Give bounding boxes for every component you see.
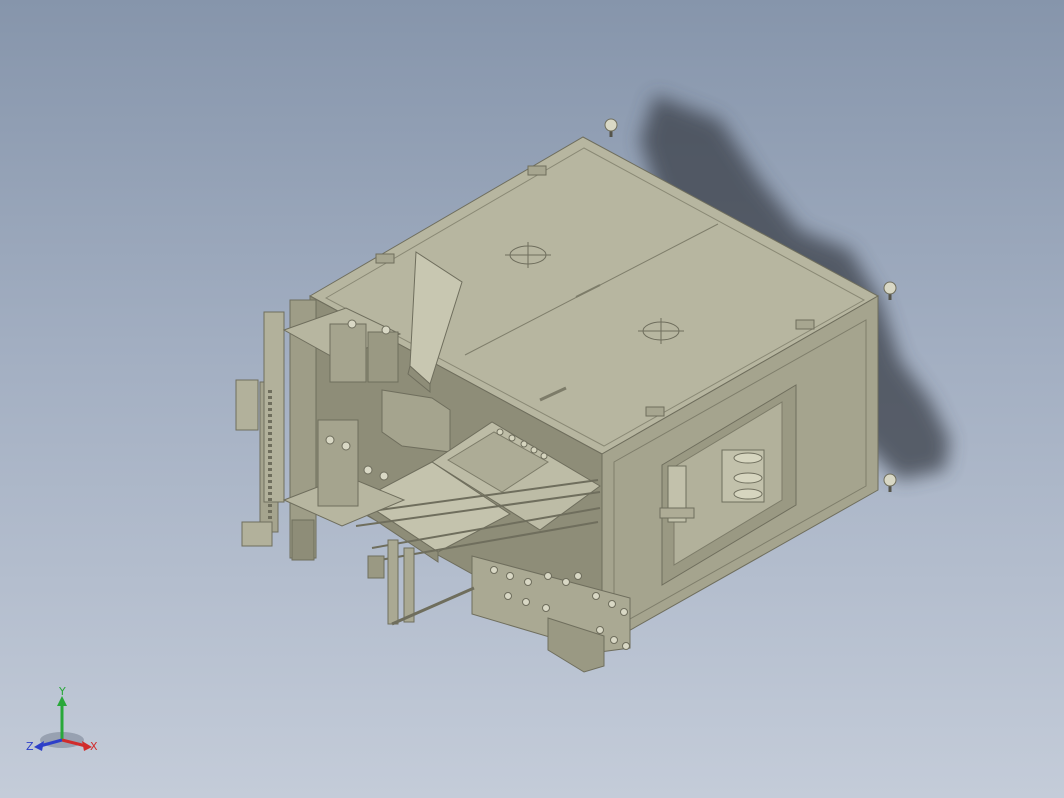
top-bracket bbox=[795, 319, 815, 330]
graphics-viewport[interactable]: Y X Z bbox=[0, 0, 1064, 798]
z-axis-label: Z bbox=[26, 740, 34, 753]
side-connector-block-2 bbox=[721, 449, 765, 503]
view-orientation-triad[interactable]: Y X Z bbox=[24, 684, 104, 762]
leveling-foot bbox=[883, 281, 897, 300]
z-axis-arrow bbox=[34, 741, 44, 751]
top-bracket bbox=[527, 165, 547, 176]
x-axis-label: X bbox=[90, 740, 98, 753]
top-bracket bbox=[645, 406, 665, 417]
y-axis-label: Y bbox=[58, 685, 66, 698]
leveling-foot bbox=[604, 118, 618, 137]
leveling-foot bbox=[883, 473, 897, 492]
top-bracket bbox=[375, 253, 395, 264]
cad-model-scene[interactable] bbox=[0, 0, 1064, 798]
